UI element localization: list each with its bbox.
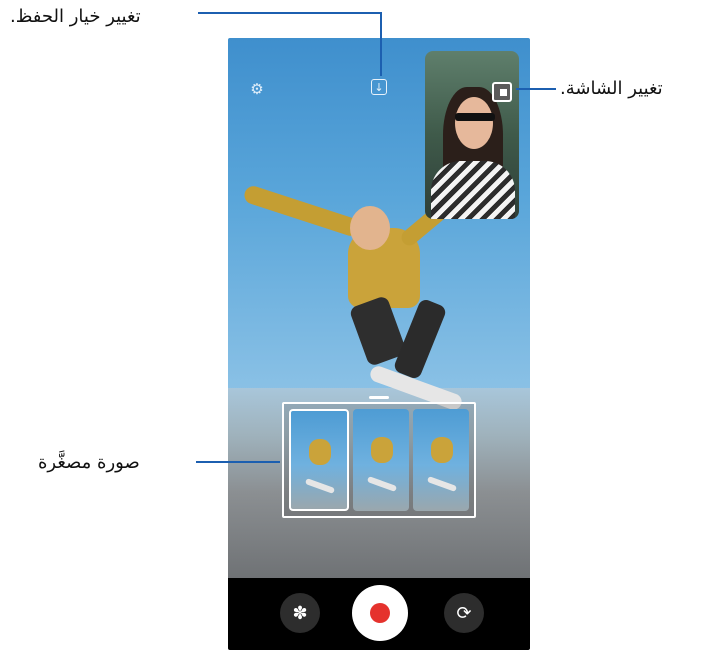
screen-swap-icon[interactable]: [492, 82, 512, 102]
pip-sunglasses: [455, 113, 495, 121]
pip-shirt: [431, 161, 515, 219]
callout-line: [380, 12, 382, 76]
thumbnail-drag-handle[interactable]: [369, 396, 389, 399]
callout-change-screen: تغيير الشاشة.: [560, 78, 663, 99]
flower-effect-icon[interactable]: ✽: [280, 593, 320, 633]
callout-line: [196, 461, 280, 463]
skater-head: [350, 206, 390, 250]
record-button[interactable]: [352, 585, 408, 641]
gear-icon[interactable]: ⚙: [248, 80, 266, 98]
front-camera-preview[interactable]: [425, 51, 519, 219]
record-icon: [370, 603, 390, 623]
thumbnail-image[interactable]: [289, 409, 349, 511]
callout-thumbnail: صورة مصغَّرة: [38, 452, 140, 473]
save-down-arrow-icon[interactable]: ↓: [371, 79, 387, 95]
switch-camera-icon[interactable]: ⟳: [444, 593, 484, 633]
camera-screen: ⚙ ↓ ✽ ⟳: [228, 38, 530, 650]
callout-line: [516, 88, 556, 90]
thumbnail-strip: [282, 402, 476, 518]
pip-face: [455, 97, 493, 149]
thumbnail-image[interactable]: [413, 409, 469, 511]
callout-change-save-option: تغيير خيار الحفظ.: [10, 6, 141, 27]
thumbnail-image[interactable]: [353, 409, 409, 511]
callout-line: [198, 12, 382, 14]
